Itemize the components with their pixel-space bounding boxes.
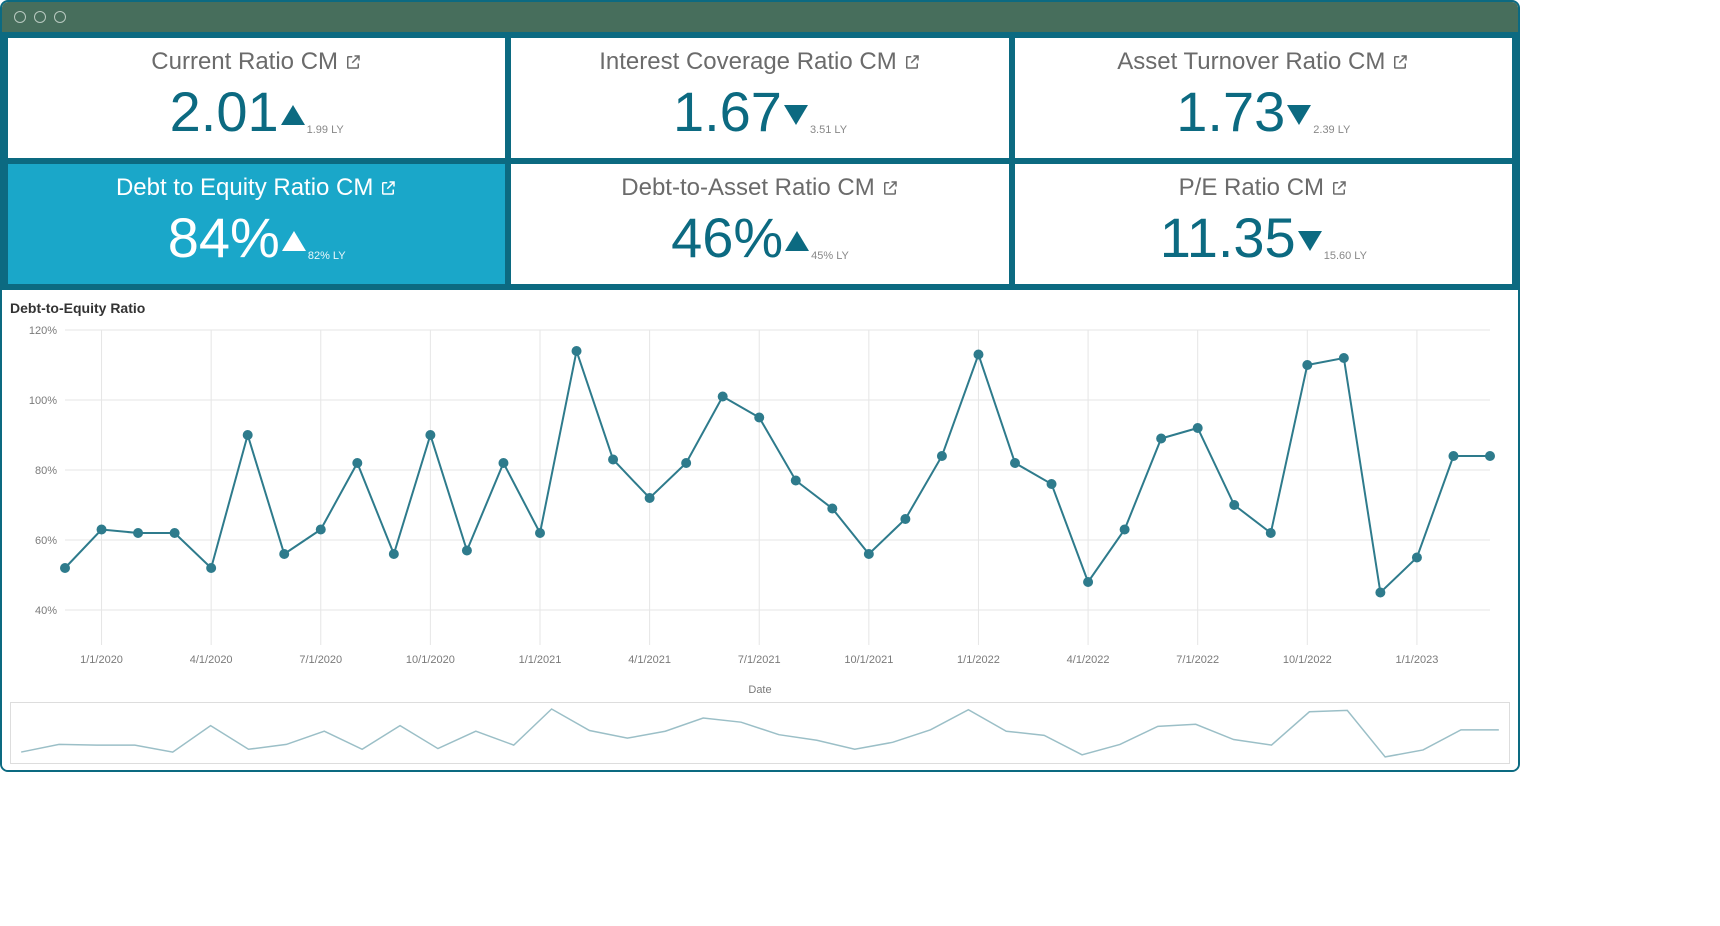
range-selector[interactable] — [10, 702, 1510, 764]
kpi-title: P/E Ratio CM — [1023, 174, 1504, 202]
kpi-value-row: 1.73 2.39 LY — [1023, 84, 1504, 140]
kpi-value-row: 84% 82% LY — [16, 210, 497, 266]
kpi-value-row: 11.35 15.60 LY — [1023, 210, 1504, 266]
kpi-value-row: 1.67 3.51 LY — [519, 84, 1000, 140]
svg-text:7/1/2021: 7/1/2021 — [738, 654, 781, 666]
kpi-title-text: Current Ratio CM — [151, 48, 338, 76]
svg-text:60%: 60% — [35, 535, 57, 547]
kpi-title-text: Debt to Equity Ratio CM — [116, 174, 373, 202]
svg-text:1/1/2023: 1/1/2023 — [1396, 654, 1439, 666]
external-link-icon[interactable] — [903, 53, 921, 71]
svg-text:10/1/2022: 10/1/2022 — [1283, 654, 1332, 666]
kpi-tile-debt-asset[interactable]: Debt-to-Asset Ratio CM 46% 45% LY — [511, 164, 1008, 284]
trend-down-icon — [1298, 231, 1322, 251]
kpi-title-text: Asset Turnover Ratio CM — [1117, 48, 1385, 76]
dashboard-window: Current Ratio CM 2.01 1.99 LY Interest C… — [0, 0, 1520, 772]
kpi-value: 46% — [671, 210, 783, 266]
window-dot — [34, 11, 46, 23]
external-link-icon[interactable] — [344, 53, 362, 71]
external-link-icon[interactable] — [881, 179, 899, 197]
external-link-icon[interactable] — [1330, 179, 1348, 197]
chart-title: Debt-to-Equity Ratio — [10, 300, 1510, 316]
trend-up-icon — [282, 231, 306, 251]
svg-text:80%: 80% — [35, 465, 57, 477]
kpi-grid: Current Ratio CM 2.01 1.99 LY Interest C… — [2, 32, 1518, 290]
trend-up-icon — [281, 105, 305, 125]
svg-text:10/1/2021: 10/1/2021 — [844, 654, 893, 666]
external-link-icon[interactable] — [379, 179, 397, 197]
kpi-title: Debt to Equity Ratio CM — [16, 174, 497, 202]
kpi-tile-current-ratio[interactable]: Current Ratio CM 2.01 1.99 LY — [8, 38, 505, 158]
kpi-value: 2.01 — [170, 84, 279, 140]
external-link-icon[interactable] — [1391, 53, 1409, 71]
kpi-value: 1.67 — [673, 84, 782, 140]
svg-text:7/1/2020: 7/1/2020 — [299, 654, 342, 666]
kpi-tile-debt-equity[interactable]: Debt to Equity Ratio CM 84% 82% LY — [8, 164, 505, 284]
kpi-title: Interest Coverage Ratio CM — [519, 48, 1000, 76]
svg-text:7/1/2022: 7/1/2022 — [1176, 654, 1219, 666]
svg-text:40%: 40% — [35, 605, 57, 617]
kpi-value: 1.73 — [1176, 84, 1285, 140]
svg-text:4/1/2021: 4/1/2021 — [628, 654, 671, 666]
svg-text:4/1/2020: 4/1/2020 — [190, 654, 233, 666]
window-titlebar — [2, 2, 1518, 32]
kpi-ly-value: 82% LY — [308, 250, 346, 262]
kpi-value: 11.35 — [1160, 210, 1296, 266]
chart-panel: Debt-to-Equity Ratio 40% 60% 80% 100% 120% 1/… — [2, 290, 1518, 770]
trend-down-icon — [784, 105, 808, 125]
svg-text:1/1/2022: 1/1/2022 — [957, 654, 1000, 666]
kpi-title: Debt-to-Asset Ratio CM — [519, 174, 1000, 202]
kpi-title-text: Interest Coverage Ratio CM — [599, 48, 896, 76]
svg-text:1/1/2020: 1/1/2020 — [80, 654, 123, 666]
kpi-ly-value: 3.51 LY — [810, 124, 847, 136]
line-chart[interactable]: 40% 60% 80% 100% 120% 1/1/2020 4/1/2020 7/1/202… — [10, 320, 1510, 680]
kpi-ly-value: 2.39 LY — [1313, 124, 1350, 136]
kpi-title-text: P/E Ratio CM — [1179, 174, 1324, 202]
window-dot — [14, 11, 26, 23]
kpi-tile-interest-cov[interactable]: Interest Coverage Ratio CM 1.67 3.51 LY — [511, 38, 1008, 158]
trend-down-icon — [1287, 105, 1311, 125]
kpi-tile-asset-turnover[interactable]: Asset Turnover Ratio CM 1.73 2.39 LY — [1015, 38, 1512, 158]
svg-text:120%: 120% — [29, 325, 57, 337]
svg-text:4/1/2022: 4/1/2022 — [1067, 654, 1110, 666]
trend-up-icon — [785, 231, 809, 251]
kpi-tile-pe-ratio[interactable]: P/E Ratio CM 11.35 15.60 LY — [1015, 164, 1512, 284]
kpi-title: Asset Turnover Ratio CM — [1023, 48, 1504, 76]
kpi-title-text: Debt-to-Asset Ratio CM — [621, 174, 874, 202]
svg-text:1/1/2021: 1/1/2021 — [519, 654, 562, 666]
window-dot — [54, 11, 66, 23]
svg-text:100%: 100% — [29, 395, 57, 407]
kpi-value-row: 46% 45% LY — [519, 210, 1000, 266]
kpi-ly-value: 15.60 LY — [1324, 250, 1367, 262]
x-axis-title: Date — [10, 684, 1510, 696]
svg-text:10/1/2020: 10/1/2020 — [406, 654, 455, 666]
kpi-value: 84% — [168, 210, 280, 266]
kpi-ly-value: 1.99 LY — [307, 124, 344, 136]
kpi-ly-value: 45% LY — [811, 250, 849, 262]
kpi-value-row: 2.01 1.99 LY — [16, 84, 497, 140]
kpi-title: Current Ratio CM — [16, 48, 497, 76]
